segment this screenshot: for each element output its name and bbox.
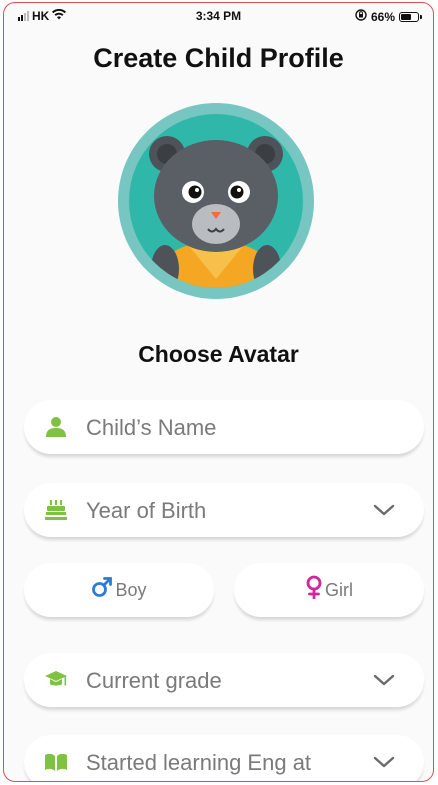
status-bar: HK 3:34 PM 66% [4, 3, 433, 31]
avatar-image [129, 114, 303, 288]
open-book-icon [44, 750, 68, 774]
boy-label: Boy [115, 579, 147, 600]
started-learning-label: Started learning Eng at [86, 750, 312, 775]
current-grade-select[interactable]: Current grade [24, 653, 424, 707]
child-name-input[interactable]: Child’s Name [86, 415, 216, 441]
orientation-lock-icon [355, 9, 367, 24]
battery-fill [401, 13, 411, 20]
boy-button[interactable]: Boy [24, 563, 214, 617]
phone-screen: HK 3:34 PM 66% Create Child Profile Choo… [3, 2, 434, 782]
graduation-cap-icon [44, 668, 68, 692]
person-icon [44, 415, 68, 439]
status-right: 66% [355, 9, 422, 24]
chevron-down-icon [373, 504, 395, 516]
battery-percent: 66% [370, 9, 395, 24]
female-symbol-icon [305, 575, 323, 605]
page-title: Create Child Profile [93, 43, 344, 73]
male-symbol-icon [91, 576, 113, 604]
choose-avatar-label[interactable]: Choose Avatar [4, 341, 433, 368]
battery-icon [399, 11, 422, 22]
chevron-down-icon [373, 674, 395, 686]
avatar-button[interactable] [118, 103, 314, 299]
girl-label: Girl [325, 579, 353, 600]
current-grade-label: Current grade [86, 668, 222, 693]
child-name-field[interactable]: Child’s Name [24, 400, 424, 454]
year-of-birth-select[interactable]: Year of Birth [24, 483, 424, 537]
chevron-down-icon [373, 756, 395, 768]
year-of-birth-label: Year of Birth [86, 498, 207, 523]
girl-button[interactable]: Girl [234, 563, 424, 617]
bear-avatar-icon [149, 136, 283, 288]
started-learning-select[interactable]: Started learning Eng at [24, 735, 424, 781]
cake-icon [44, 498, 68, 522]
